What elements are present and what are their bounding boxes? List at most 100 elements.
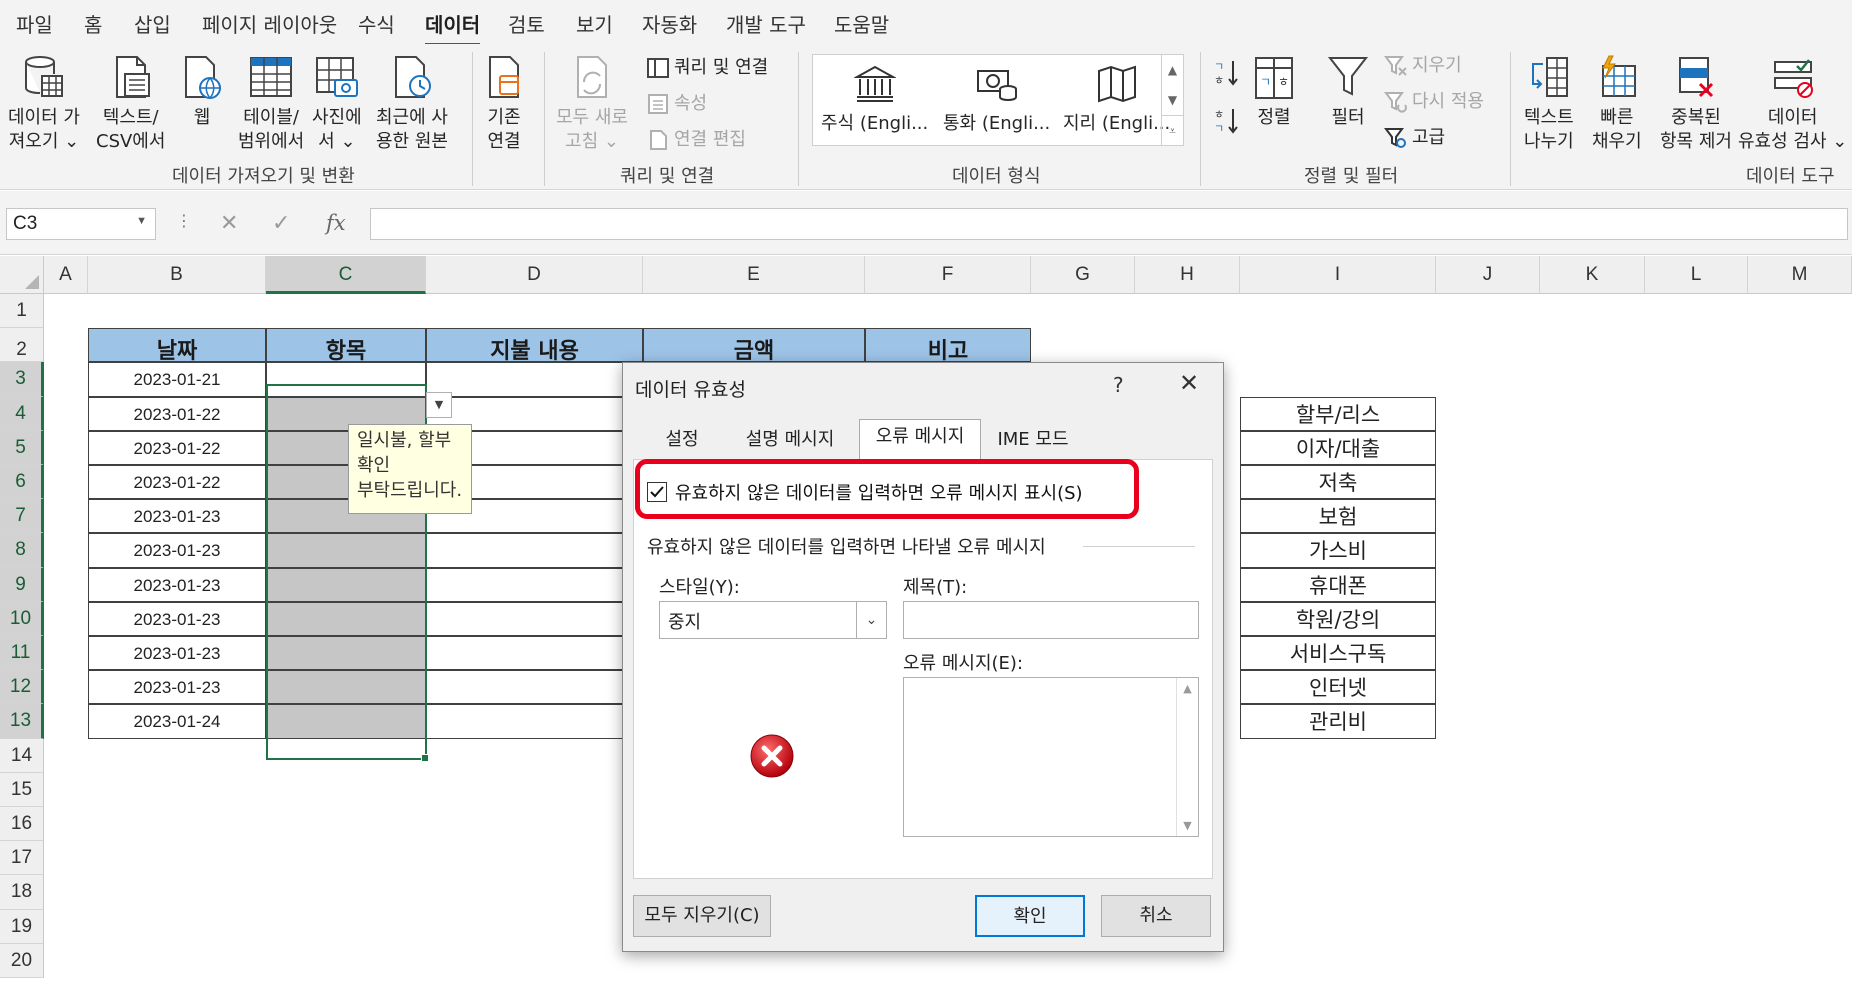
date-cell[interactable]: 2023-01-22 — [88, 430, 266, 465]
category-cell[interactable] — [266, 362, 426, 397]
row-header-13[interactable]: 13 — [0, 704, 44, 739]
table-header-cell[interactable]: 날짜 — [88, 328, 266, 363]
tab-review[interactable]: 검토 — [508, 9, 545, 38]
row-header-12[interactable]: 12 — [0, 670, 44, 705]
style-select[interactable]: 중지 ⌄ — [659, 601, 887, 639]
textarea-scrollbar[interactable]: ▲ ▼ — [1176, 678, 1198, 836]
category-list-cell[interactable]: 서비스구독 — [1240, 636, 1436, 671]
description-cell[interactable] — [426, 362, 643, 397]
tab-formulas[interactable]: 수식 — [358, 9, 395, 38]
row-header-9[interactable]: 9 — [0, 567, 44, 602]
category-list-cell[interactable]: 할부/리스 — [1240, 396, 1436, 431]
column-header-b[interactable]: B — [88, 256, 266, 294]
category-cell[interactable] — [266, 533, 426, 568]
existing-connections-button[interactable]: 기존 연결 — [482, 54, 526, 154]
category-cell[interactable] — [266, 567, 426, 602]
column-header-l[interactable]: L — [1645, 256, 1748, 294]
reapply-filter-button[interactable]: 다시 적용 — [1384, 90, 1484, 114]
row-header-4[interactable]: 4 — [0, 396, 44, 431]
category-list-cell[interactable]: 관리비 — [1240, 704, 1436, 739]
name-box-dropdown-icon[interactable]: ▼ — [136, 215, 147, 227]
column-header-k[interactable]: K — [1540, 256, 1645, 294]
clear-all-button[interactable]: 모두 지우기(C) — [633, 895, 771, 937]
row-header-11[interactable]: 11 — [0, 636, 44, 671]
remove-duplicates-button[interactable]: 중복된 항목 제거 — [1660, 54, 1732, 154]
date-cell[interactable]: 2023-01-23 — [88, 567, 266, 602]
column-header-a[interactable]: A — [44, 256, 88, 294]
stocks-data-type[interactable]: 주식 (Engli... — [821, 63, 928, 135]
category-list-cell[interactable]: 저축 — [1240, 465, 1436, 500]
gallery-down-icon[interactable]: ▼ — [1161, 85, 1183, 115]
sort-descending-button[interactable]: ㅎㄱ — [1214, 106, 1244, 136]
description-cell[interactable] — [426, 636, 643, 671]
refresh-all-button[interactable]: 모두 새로 고침 ⌄ — [556, 54, 628, 154]
category-cell[interactable] — [266, 670, 426, 705]
get-data-button[interactable]: 데이터 가 져오기 ⌄ — [8, 54, 80, 154]
ok-button[interactable]: 확인 — [975, 895, 1085, 937]
date-cell[interactable]: 2023-01-22 — [88, 465, 266, 500]
row-header-6[interactable]: 6 — [0, 465, 44, 500]
date-cell[interactable]: 2023-01-24 — [88, 704, 266, 739]
tab-data[interactable]: 데이터 — [425, 9, 481, 47]
date-cell[interactable]: 2023-01-21 — [88, 362, 266, 397]
date-cell[interactable]: 2023-01-22 — [88, 396, 266, 431]
from-table-button[interactable]: 테이블/ 범위에서 — [238, 54, 304, 154]
row-header-7[interactable]: 7 — [0, 499, 44, 534]
queries-connections-button[interactable]: 쿼리 및 연결 — [646, 56, 768, 80]
gallery-up-icon[interactable]: ▲ — [1161, 55, 1183, 85]
tab-help[interactable]: 도움말 — [834, 9, 889, 38]
tab-developer[interactable]: 개발 도구 — [726, 9, 806, 38]
category-list-cell[interactable]: 인터넷 — [1240, 670, 1436, 705]
tab-view[interactable]: 보기 — [576, 9, 613, 38]
row-header-15[interactable]: 15 — [0, 772, 44, 807]
advanced-filter-button[interactable]: 고급 — [1384, 126, 1445, 150]
date-cell[interactable]: 2023-01-23 — [88, 533, 266, 568]
category-cell[interactable] — [266, 636, 426, 671]
row-header-3[interactable]: 3 — [0, 362, 44, 397]
title-input[interactable] — [903, 601, 1199, 639]
row-header-18[interactable]: 18 — [0, 875, 44, 910]
help-icon[interactable]: ? — [1113, 373, 1124, 397]
category-list-cell[interactable]: 휴대폰 — [1240, 567, 1436, 602]
chevron-down-icon[interactable]: ⌄ — [856, 602, 886, 638]
table-header-cell[interactable]: 금액 — [643, 328, 865, 363]
insert-function-icon[interactable]: fx — [326, 211, 346, 235]
row-header-17[interactable]: 17 — [0, 841, 44, 876]
name-box[interactable]: C3 ▼ — [6, 208, 156, 240]
edit-links-button[interactable]: 연결 편집 — [646, 128, 746, 152]
currencies-data-type[interactable]: 통화 (Engli... — [943, 63, 1050, 135]
column-header-i[interactable]: I — [1240, 256, 1436, 294]
category-cell[interactable] — [266, 601, 426, 636]
fill-handle[interactable] — [421, 754, 429, 762]
text-to-columns-button[interactable]: 텍스트 나누기 — [1524, 54, 1574, 154]
close-icon[interactable]: ✕ — [1179, 369, 1199, 397]
sort-button[interactable]: ㄱㅎ 정렬 — [1252, 54, 1296, 130]
gallery-more-icon[interactable]: ⩡ — [1161, 115, 1183, 145]
cancel-button[interactable]: 취소 — [1101, 895, 1211, 937]
category-list-cell[interactable]: 이자/대출 — [1240, 430, 1436, 465]
row-header-5[interactable]: 5 — [0, 430, 44, 465]
select-all-corner[interactable] — [0, 256, 44, 294]
table-header-cell[interactable]: 비고 — [865, 328, 1031, 363]
recent-sources-button[interactable]: 최근에 사 용한 원본 — [376, 54, 448, 154]
tab-file[interactable]: 파일 — [16, 9, 53, 38]
tab-error-alert[interactable]: 오류 메시지 — [859, 419, 981, 459]
tab-automate[interactable]: 자동화 — [642, 9, 697, 38]
table-header-cell[interactable]: 항목 — [266, 328, 426, 363]
date-cell[interactable]: 2023-01-23 — [88, 670, 266, 705]
column-header-h[interactable]: H — [1135, 256, 1240, 294]
row-header-8[interactable]: 8 — [0, 533, 44, 568]
scroll-down-icon[interactable]: ▼ — [1177, 819, 1198, 832]
row-header-2[interactable]: 2 — [0, 328, 44, 363]
category-list-cell[interactable]: 가스비 — [1240, 533, 1436, 568]
scroll-up-icon[interactable]: ▲ — [1177, 682, 1198, 695]
confirm-entry-icon[interactable]: ✓ — [272, 211, 290, 236]
tab-settings[interactable]: 설정 — [643, 423, 721, 459]
row-header-1[interactable]: 1 — [0, 294, 44, 329]
column-header-g[interactable]: G — [1031, 256, 1135, 294]
description-cell[interactable] — [426, 704, 643, 739]
column-header-j[interactable]: J — [1436, 256, 1540, 294]
error-message-textarea[interactable]: ▲ ▼ — [903, 677, 1199, 837]
description-cell[interactable] — [426, 670, 643, 705]
properties-button[interactable]: 속성 — [646, 92, 707, 116]
